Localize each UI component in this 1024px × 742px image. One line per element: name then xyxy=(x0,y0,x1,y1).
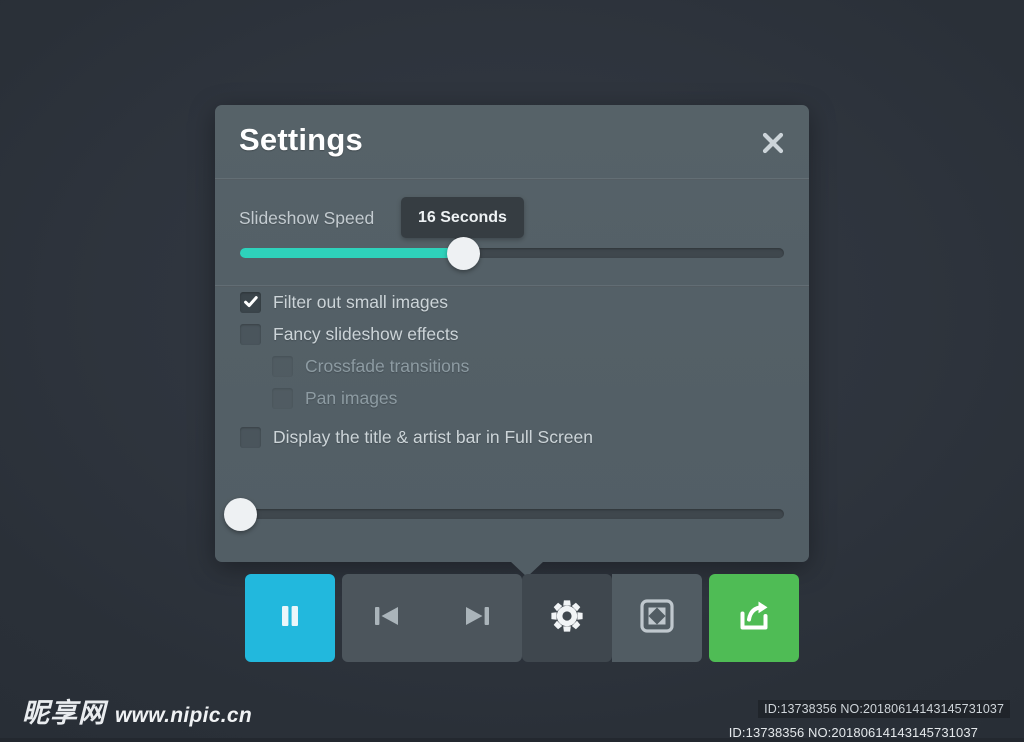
panel-header: Settings xyxy=(215,105,809,178)
previous-button[interactable] xyxy=(342,574,432,662)
brightness-slider[interactable] xyxy=(223,497,784,531)
option-label: Display the title & artist bar in Full S… xyxy=(273,426,593,447)
checkbox-icon[interactable] xyxy=(240,323,261,345)
pause-icon xyxy=(273,599,307,638)
slider-track xyxy=(240,509,784,519)
checkbox-icon xyxy=(272,355,293,377)
speed-value-tooltip: 16 Seconds xyxy=(401,197,524,246)
checkbox-icon[interactable] xyxy=(240,426,261,448)
share-button[interactable] xyxy=(709,574,799,662)
option-row: Crossfade transitions xyxy=(215,350,809,382)
watermark-url: www.nipic.cn xyxy=(115,704,253,727)
option-label: Pan images xyxy=(305,387,398,408)
slideshow-speed-label: Slideshow Speed xyxy=(239,208,375,228)
image-id-secondary: ID:13738356 NO:20180614143145731037 xyxy=(728,725,978,740)
slider-thumb[interactable] xyxy=(223,497,257,531)
option-row[interactable]: Display the title & artist bar in Full S… xyxy=(215,421,809,453)
fullscreen-icon xyxy=(638,597,676,640)
option-label: Crossfade transitions xyxy=(305,355,470,376)
next-button[interactable] xyxy=(432,574,522,662)
option-label: Filter out small images xyxy=(273,291,449,312)
image-id-primary: ID:13738356 NO:20180614143145731037 xyxy=(758,700,1010,718)
settings-button[interactable] xyxy=(522,574,612,662)
checkbox-checked-icon[interactable] xyxy=(240,291,261,313)
fullscreen-button[interactable] xyxy=(612,574,702,662)
slideshow-speed-section: Slideshow Speed 16 Seconds xyxy=(215,180,809,287)
watermark: 昵享网 www.nipic.cn xyxy=(22,691,252,730)
player-toolbar xyxy=(245,574,799,662)
skip-next-icon xyxy=(459,600,495,637)
option-row[interactable]: Fancy slideshow effects xyxy=(215,318,809,350)
skip-previous-icon xyxy=(369,600,405,637)
close-icon[interactable] xyxy=(755,125,791,161)
page-title: Settings xyxy=(239,122,363,157)
gear-icon xyxy=(547,596,587,641)
settings-option-list: Filter out small images Fancy slideshow e… xyxy=(215,286,809,453)
prev-next-group xyxy=(342,574,522,662)
slider-thumb[interactable] xyxy=(446,236,480,270)
share-icon xyxy=(735,597,773,640)
speed-value-text: 16 Seconds xyxy=(418,208,507,226)
slideshow-speed-slider[interactable] xyxy=(240,236,784,270)
slider-fill xyxy=(240,248,464,258)
app-background: Settings Slideshow Speed 16 Seconds Filt xyxy=(0,0,1024,740)
option-label: Fancy slideshow effects xyxy=(273,323,459,344)
option-row[interactable]: Filter out small images xyxy=(215,286,809,318)
watermark-logo: 昵享网 xyxy=(22,698,106,729)
settings-panel: Settings Slideshow Speed 16 Seconds Filt xyxy=(215,105,809,562)
checkbox-icon xyxy=(272,387,293,409)
option-row: Pan images xyxy=(215,382,809,414)
pause-button[interactable] xyxy=(245,574,335,662)
